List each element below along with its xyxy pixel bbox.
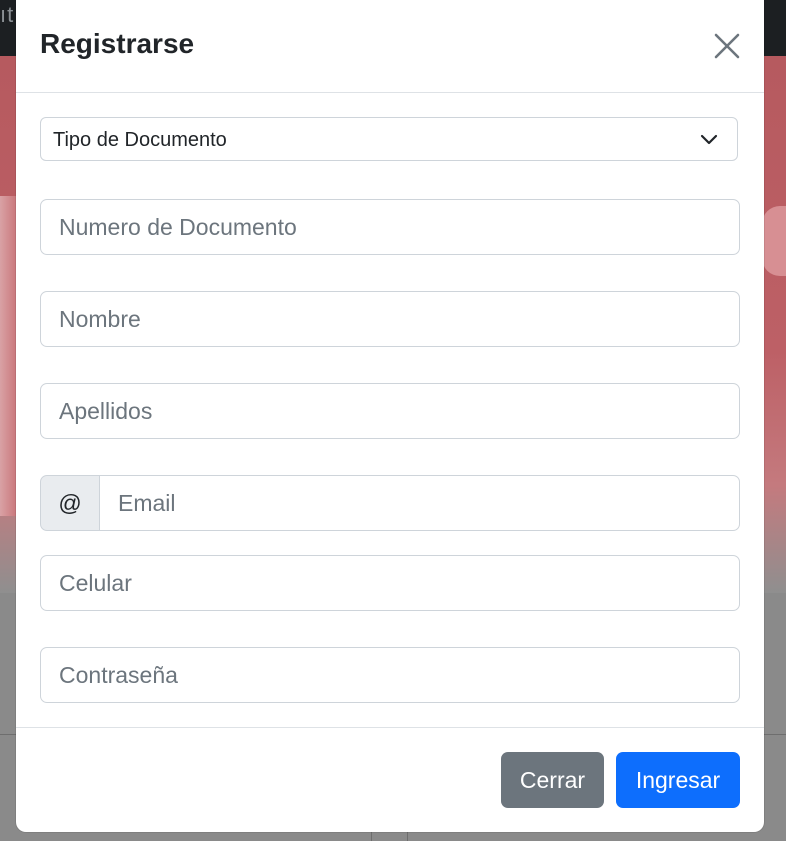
modal-header: Registrarse <box>16 0 764 93</box>
register-modal: Registrarse Tipo de Documento @ Cerrar I… <box>16 0 764 832</box>
password-input[interactable] <box>40 647 740 703</box>
phone-input[interactable] <box>40 555 740 611</box>
cancel-button[interactable]: Cerrar <box>501 752 604 808</box>
chevron-down-icon <box>700 134 718 145</box>
background-hero-right-shape <box>762 206 786 276</box>
email-addon: @ <box>40 475 100 531</box>
email-input[interactable] <box>99 475 740 531</box>
email-input-group: @ <box>40 475 740 531</box>
surname-input[interactable] <box>40 383 740 439</box>
close-icon <box>714 33 740 59</box>
background-navbar-text: ıt <box>0 2 15 27</box>
modal-title: Registrarse <box>40 28 195 59</box>
document-number-input[interactable] <box>40 199 740 255</box>
modal-footer: Cerrar Ingresar <box>16 727 764 833</box>
name-input[interactable] <box>40 291 740 347</box>
document-type-selected: Tipo de Documento <box>53 129 227 151</box>
submit-button[interactable]: Ingresar <box>616 752 740 808</box>
document-type-select[interactable]: Tipo de Documento <box>40 117 738 161</box>
close-button[interactable] <box>708 27 746 65</box>
